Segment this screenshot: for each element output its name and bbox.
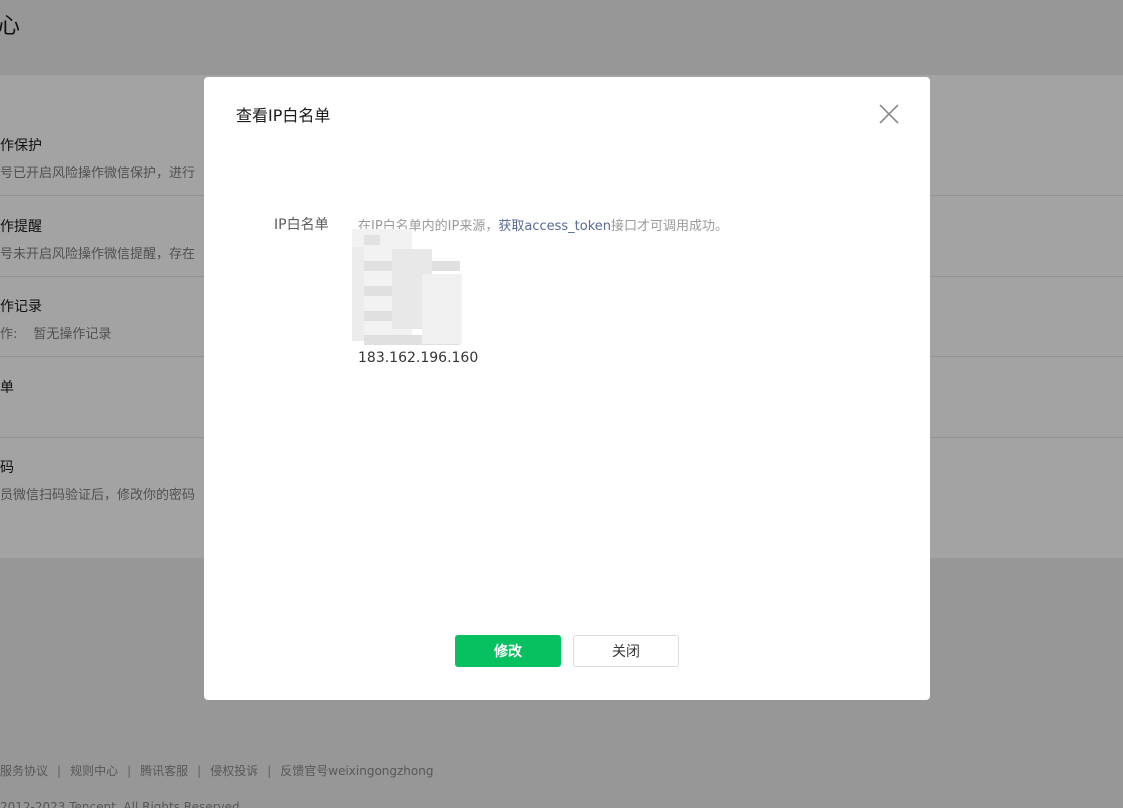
ip-value: 183.162.196.160 bbox=[358, 350, 479, 366]
modify-button[interactable]: 修改 bbox=[455, 635, 561, 667]
field-label: IP白名单 bbox=[274, 217, 329, 233]
access-token-link[interactable]: 获取access_token bbox=[498, 219, 611, 234]
close-button[interactable]: 关闭 bbox=[573, 635, 679, 667]
ip-whitelist-dialog: 查看IP白名单 IP白名单 在IP白名单内的IP来源，获取access_toke… bbox=[204, 77, 930, 700]
page: 心 作保护 号已开启风险操作微信保护，进行 作提醒 号未开启风险操作微信提醒，存… bbox=[0, 0, 1123, 808]
field-desc-suffix: 接口才可调用成功。 bbox=[611, 219, 729, 234]
blurred-ip-list bbox=[352, 229, 474, 349]
dialog-title: 查看IP白名单 bbox=[236, 106, 331, 125]
close-icon[interactable] bbox=[878, 103, 900, 125]
